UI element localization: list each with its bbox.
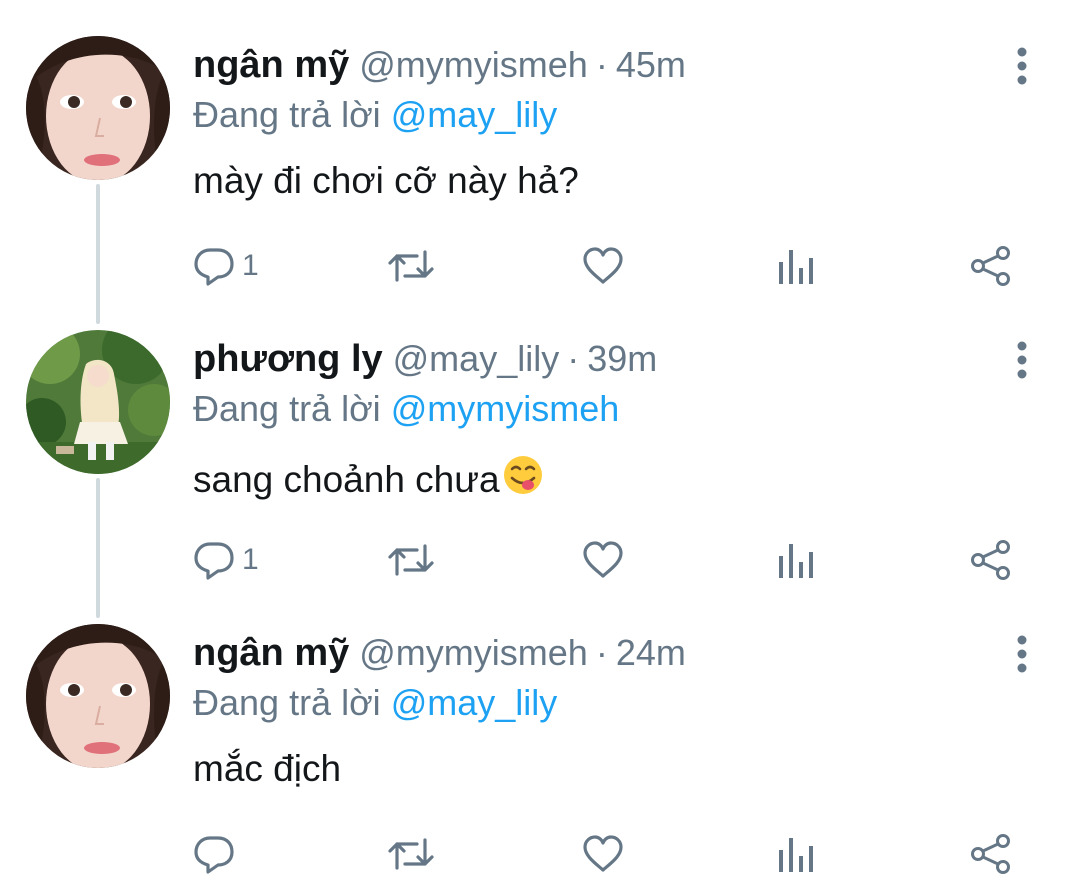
reply-button[interactable]: 1 (192, 532, 259, 588)
avatar[interactable] (26, 624, 170, 768)
share-icon (971, 834, 1010, 874)
more-options-button[interactable] (1008, 44, 1036, 88)
timestamp[interactable]: 24m (616, 632, 686, 674)
replying-to-label: Đang trả lời (193, 682, 381, 723)
tweet-text: sang choảnh chưa (193, 454, 544, 505)
separator-dot: · (595, 44, 608, 85)
user-handle[interactable]: @mymyismeh (359, 44, 588, 86)
heart-icon (583, 835, 623, 872)
like-button[interactable] (581, 826, 625, 882)
reply-button[interactable]: 1 (192, 238, 259, 294)
retweet-button[interactable] (387, 532, 435, 588)
retweet-icon (388, 838, 434, 870)
like-button[interactable] (581, 238, 625, 294)
more-vertical-icon (1017, 635, 1027, 673)
share-button[interactable] (969, 826, 1013, 882)
tweet-text-content: sang choảnh chưa (193, 458, 500, 500)
analytics-button[interactable] (776, 238, 816, 294)
share-icon (971, 540, 1010, 580)
display-name[interactable]: ngân mỹ (193, 44, 349, 87)
yum-face-emoji-icon (502, 454, 544, 505)
reply-count: 1 (242, 543, 259, 576)
heart-icon (583, 247, 623, 284)
heart-icon (583, 541, 623, 578)
reply-bubble-icon (194, 836, 234, 874)
tweet-actions (0, 826, 1080, 882)
more-options-button[interactable] (1008, 338, 1036, 382)
tweet-text: mày đi chơi cỡ này hả? (193, 160, 579, 202)
avatar[interactable] (26, 36, 170, 180)
avatar[interactable] (26, 330, 170, 474)
replying-to: Đang trả lời @mymyismeh (193, 388, 619, 430)
analytics-button[interactable] (776, 826, 816, 882)
analytics-bars-icon (779, 544, 813, 578)
replying-to-link[interactable]: @mymyismeh (391, 388, 620, 429)
separator-dot: · (595, 632, 608, 673)
user-handle[interactable]: @may_lily (393, 338, 560, 380)
tweet-text: mắc địch (193, 748, 341, 790)
display-name[interactable]: phương ly (193, 338, 383, 381)
replying-to-link[interactable]: @may_lily (391, 94, 558, 135)
like-button[interactable] (581, 532, 625, 588)
portrait-avatar-icon (26, 624, 170, 768)
more-options-button[interactable] (1008, 632, 1036, 676)
more-vertical-icon (1017, 341, 1027, 379)
reply-bubble-icon (194, 542, 234, 580)
timestamp[interactable]: 39m (587, 338, 657, 380)
analytics-bars-icon (779, 838, 813, 872)
analytics-bars-icon (779, 250, 813, 284)
retweet-icon (388, 250, 434, 282)
tweet-actions: 1 (0, 238, 1080, 294)
more-vertical-icon (1017, 47, 1027, 85)
garden-photo-avatar-icon (26, 330, 170, 474)
replying-to-label: Đang trả lời (193, 388, 381, 429)
retweet-button[interactable] (387, 826, 435, 882)
tweet-header: ngân mỹ @mymyismeh · 45m (193, 44, 686, 94)
replying-to: Đang trả lời @may_lily (193, 94, 557, 136)
replying-to: Đang trả lời @may_lily (193, 682, 557, 724)
share-button[interactable] (969, 532, 1013, 588)
tweet-header: ngân mỹ @mymyismeh · 24m (193, 632, 686, 682)
tweet[interactable]: ngân mỹ @mymyismeh · 24m Đang trả lời @m… (0, 588, 1080, 882)
share-button[interactable] (969, 238, 1013, 294)
portrait-avatar-icon (26, 36, 170, 180)
retweet-button[interactable] (387, 238, 435, 294)
tweet-header: phương ly @may_lily · 39m (193, 338, 657, 388)
reply-count: 1 (242, 249, 259, 282)
tweet-actions: 1 (0, 532, 1080, 588)
timestamp[interactable]: 45m (616, 44, 686, 86)
replying-to-label: Đang trả lời (193, 94, 381, 135)
user-handle[interactable]: @mymyismeh (359, 632, 588, 674)
tweet-text-content: mắc địch (193, 748, 342, 789)
reply-bubble-icon (194, 248, 234, 286)
display-name[interactable]: ngân mỹ (193, 632, 349, 675)
tweet[interactable]: phương ly @may_lily · 39m Đang trả lời @… (0, 294, 1080, 588)
tweet[interactable]: ngân mỹ @mymyismeh · 45m Đang trả lời @m… (0, 0, 1080, 294)
analytics-button[interactable] (776, 532, 816, 588)
replying-to-link[interactable]: @may_lily (391, 682, 558, 723)
tweet-text-content: mày đi chơi cỡ này hả? (193, 160, 579, 201)
separator-dot: · (567, 338, 580, 379)
reply-button[interactable] (192, 826, 242, 882)
retweet-icon (388, 544, 434, 576)
share-icon (971, 246, 1010, 286)
